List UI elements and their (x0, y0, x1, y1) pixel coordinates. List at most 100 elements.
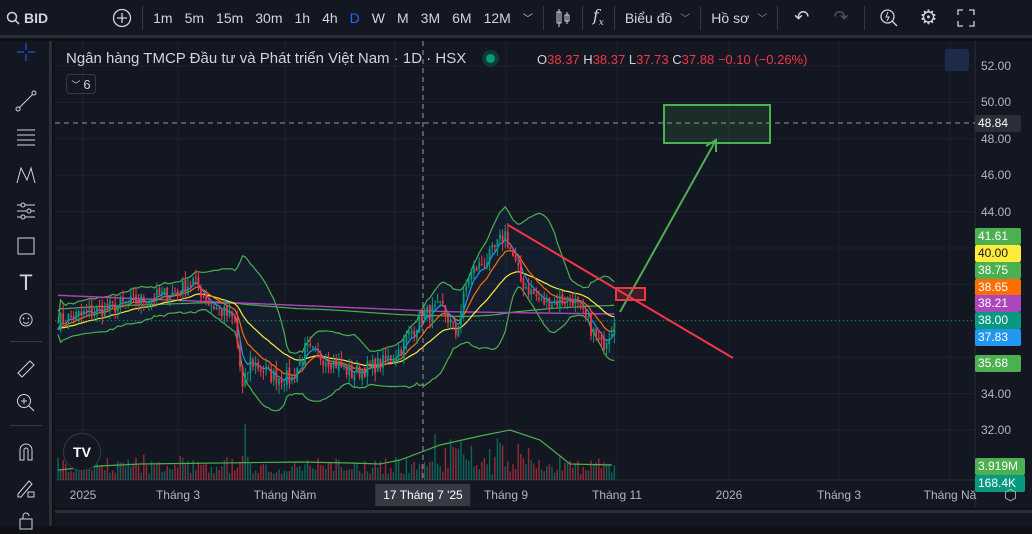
symbol-name: BID (24, 9, 49, 26)
shape-tool[interactable] (12, 232, 40, 260)
open-label: O (537, 52, 548, 67)
chart-pane[interactable] (55, 41, 1032, 508)
low-label: L (628, 52, 637, 67)
magnet-tool[interactable] (12, 438, 40, 466)
timeframe-1h[interactable]: 1h (289, 0, 317, 37)
profile-menu-label: Hồ sơ (711, 9, 750, 26)
crosshair-date-label: 17 Tháng 7 '25 (375, 484, 471, 506)
price-tick: 46.00 (981, 168, 1012, 183)
magnet-icon (19, 443, 33, 461)
gear-icon: ⚙ (919, 7, 938, 29)
text-tool[interactable]: T (12, 269, 40, 297)
undo-icon: ↶ (794, 7, 810, 27)
chart-type-button[interactable] (548, 0, 578, 37)
time-tick: Tháng 3 (155, 488, 201, 502)
smiley-icon: ☺ (14, 306, 38, 331)
timeframe-W[interactable]: W (366, 0, 391, 37)
pencil-lock-icon (17, 480, 35, 498)
zoom-tool[interactable] (12, 389, 40, 417)
lock-icon (19, 512, 33, 530)
quick-search-button[interactable] (869, 0, 909, 37)
timeframe-6M[interactable]: 6M (446, 0, 477, 37)
time-tick: Tháng Năm (253, 488, 317, 502)
time-tick: Tháng 9 (483, 488, 529, 502)
price-label: 38.65 (975, 279, 1021, 296)
low-value: 37.73 (636, 52, 669, 67)
search-icon (6, 11, 20, 25)
text-icon: T (19, 270, 33, 295)
pattern-tool[interactable] (12, 161, 40, 189)
price-tick: 50.00 (981, 95, 1012, 110)
crosshair-price-label: 48.84 (975, 115, 1021, 132)
undo-button[interactable]: ↶ (782, 0, 821, 37)
indicators-button[interactable]: fx (587, 0, 610, 37)
horizontal-lines-icon (17, 129, 35, 146)
price-label: 40.00 (975, 245, 1021, 262)
axis-settings-button[interactable]: ⬡ (1004, 486, 1017, 504)
price-tick: 48.00 (981, 131, 1012, 146)
price-label: 38.75 (975, 262, 1021, 279)
open-value: 38.37 (547, 52, 580, 67)
timeframe-15m[interactable]: 15m (210, 0, 249, 37)
lock-drawings-tool[interactable] (12, 474, 40, 502)
price-label: 35.68 (975, 355, 1021, 372)
chart-menu[interactable]: Biểu đồ ﹀ (619, 0, 696, 37)
price-label: 37.83 (975, 329, 1021, 346)
object-tree-button[interactable] (945, 49, 969, 71)
fullscreen-icon (957, 8, 976, 27)
redo-button[interactable]: ↷ (821, 0, 860, 37)
chevron-down-icon: ﹀ (757, 14, 768, 25)
prediction-tool[interactable] (12, 197, 40, 225)
price-tick: 52.00 (981, 59, 1012, 73)
timeframe-dropdown[interactable]: ﹀ (517, 0, 539, 37)
close-value: 37.88 (681, 52, 715, 67)
price-label: 38.00 (975, 312, 1021, 329)
chevron-down-icon: ﹀ (71, 79, 81, 90)
timeframe-5m[interactable]: 5m (179, 0, 210, 37)
chevron-down-icon: ﹀ (522, 14, 533, 25)
settings-button[interactable]: ⚙ (909, 0, 947, 37)
high-label: H (583, 52, 593, 67)
crosshair-tool[interactable] (12, 38, 40, 66)
timeframe-12M[interactable]: 12M (478, 0, 517, 37)
ruler-icon (17, 360, 35, 378)
zoom-in-icon (17, 394, 35, 412)
icon-tool[interactable]: ☺ (12, 305, 40, 333)
price-label: 41.61 (975, 228, 1021, 245)
profile-menu[interactable]: Hồ sơ ﹀ (705, 0, 773, 37)
lock-tool[interactable] (12, 506, 40, 534)
time-tick: Tháng 11 (592, 488, 642, 502)
compare-button[interactable] (106, 0, 138, 37)
ohlc-values: O38.37 H38.37 L37.73 C37.88 −0.10 (−0.26… (537, 52, 807, 67)
measure-tool[interactable] (12, 355, 40, 383)
candles-icon (556, 8, 570, 27)
timeframe-M[interactable]: M (391, 0, 415, 37)
timeframe-30m[interactable]: 30m (249, 0, 288, 37)
indicators-toggle[interactable]: ﹀ 6 (66, 74, 96, 94)
time-tick: 2026 (715, 488, 743, 502)
forecast-icon (17, 202, 35, 220)
pattern-icon (16, 166, 36, 184)
tradingview-logo: TV (63, 433, 101, 471)
price-label: 38.21 (975, 295, 1021, 312)
timeframe-4h[interactable]: 4h (316, 0, 344, 37)
fib-tool[interactable] (12, 123, 40, 151)
chevron-down-icon: ﹀ (680, 14, 691, 25)
top-toolbar: BID 1m 5m 15m 30m 1h 4h D W M 3M 6M 12M ﹀ fx Biểu đ… (0, 0, 1032, 38)
rectangle-icon (17, 237, 35, 255)
market-status-dot (486, 54, 496, 63)
trendline-tool[interactable] (12, 87, 40, 115)
timeframe-1m[interactable]: 1m (147, 0, 178, 37)
timeframe-3M[interactable]: 3M (415, 0, 446, 37)
fullscreen-button[interactable] (947, 0, 985, 37)
timeframe-D[interactable]: D (344, 0, 366, 37)
price-label: 3.919M (975, 458, 1025, 475)
symbol-search[interactable]: BID (0, 0, 54, 37)
crosshair-icon (17, 43, 35, 61)
redo-icon: ↷ (833, 7, 849, 27)
indicators-count: 6 (83, 76, 91, 92)
plus-circle-icon (112, 8, 132, 27)
change-value: −0.10 (−0.26%) (717, 52, 808, 67)
lightning-search-icon (880, 8, 898, 26)
time-tick: Tháng 3 (816, 488, 862, 502)
